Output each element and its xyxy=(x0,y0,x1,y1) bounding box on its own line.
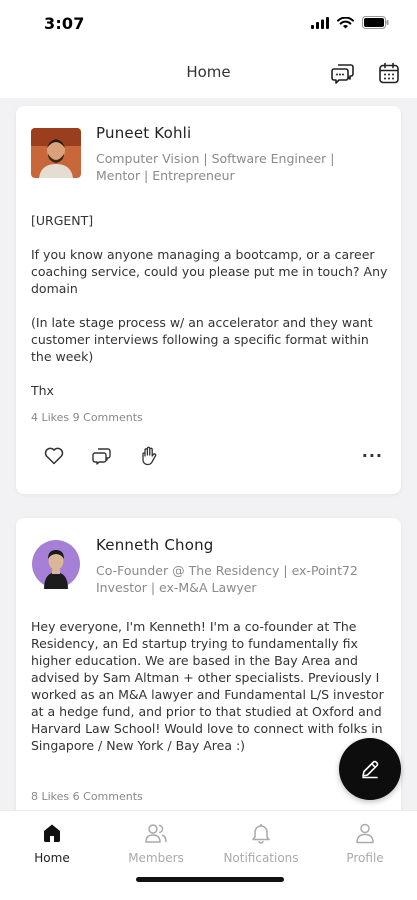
post-card[interactable]: Puneet Kohli Computer Vision | Software … xyxy=(16,106,401,494)
feed[interactable]: Puneet Kohli Computer Vision | Software … xyxy=(0,98,417,810)
tab-label: Profile xyxy=(346,851,384,865)
post-body: [URGENT] If you know anyone managing a b… xyxy=(31,213,388,398)
home-icon xyxy=(44,824,60,842)
avatar[interactable] xyxy=(31,539,81,589)
hand-wave-icon[interactable] xyxy=(140,446,158,466)
members-icon xyxy=(145,824,167,843)
post-stats[interactable]: 4 Likes 9 Comments xyxy=(31,411,143,424)
author-headline: Computer Vision | Software Engineer | Me… xyxy=(96,151,335,183)
tab-label: Home xyxy=(34,851,70,865)
tab-notifications[interactable]: Notifications xyxy=(216,821,306,865)
home-indicator xyxy=(136,877,284,882)
tab-label: Members xyxy=(128,851,184,865)
post-actions xyxy=(44,446,158,466)
post-author[interactable]: Puneet Kohli xyxy=(96,124,191,142)
bell-icon xyxy=(252,824,270,844)
tab-profile[interactable]: Profile xyxy=(320,821,410,865)
author-headline: Co-Founder @ The Residency | ex-Point72 … xyxy=(96,563,358,595)
tab-home[interactable]: Home xyxy=(7,821,97,865)
compose-post-button[interactable] xyxy=(339,738,401,800)
comment-icon[interactable] xyxy=(92,447,112,465)
bottom-tab-bar: Home Members Notifications Profile xyxy=(0,810,417,900)
tab-members[interactable]: Members xyxy=(111,821,201,865)
status-bar: 3:07 xyxy=(0,0,417,46)
profile-icon xyxy=(356,823,374,844)
heart-icon[interactable] xyxy=(44,447,64,465)
top-header: Home xyxy=(0,46,417,98)
pencil-icon xyxy=(362,760,379,779)
signal-icon xyxy=(311,16,329,29)
tab-label: Notifications xyxy=(223,851,299,865)
calendar-icon xyxy=(379,62,399,84)
wifi-icon xyxy=(337,16,354,28)
avatar[interactable] xyxy=(31,128,81,178)
chat-bubbles-icon xyxy=(331,64,354,84)
calendar-button[interactable] xyxy=(377,61,401,85)
status-time: 3:07 xyxy=(44,14,85,33)
post-author[interactable]: Kenneth Chong xyxy=(96,536,214,554)
messages-button[interactable] xyxy=(331,61,355,85)
more-dots-icon[interactable]: ··· xyxy=(362,446,383,465)
battery-icon xyxy=(362,16,389,29)
post-stats[interactable]: 8 Likes 6 Comments xyxy=(31,790,143,803)
status-icons xyxy=(311,16,389,29)
post-body: Hey everyone, I'm Kenneth! I'm a co-foun… xyxy=(31,619,384,753)
